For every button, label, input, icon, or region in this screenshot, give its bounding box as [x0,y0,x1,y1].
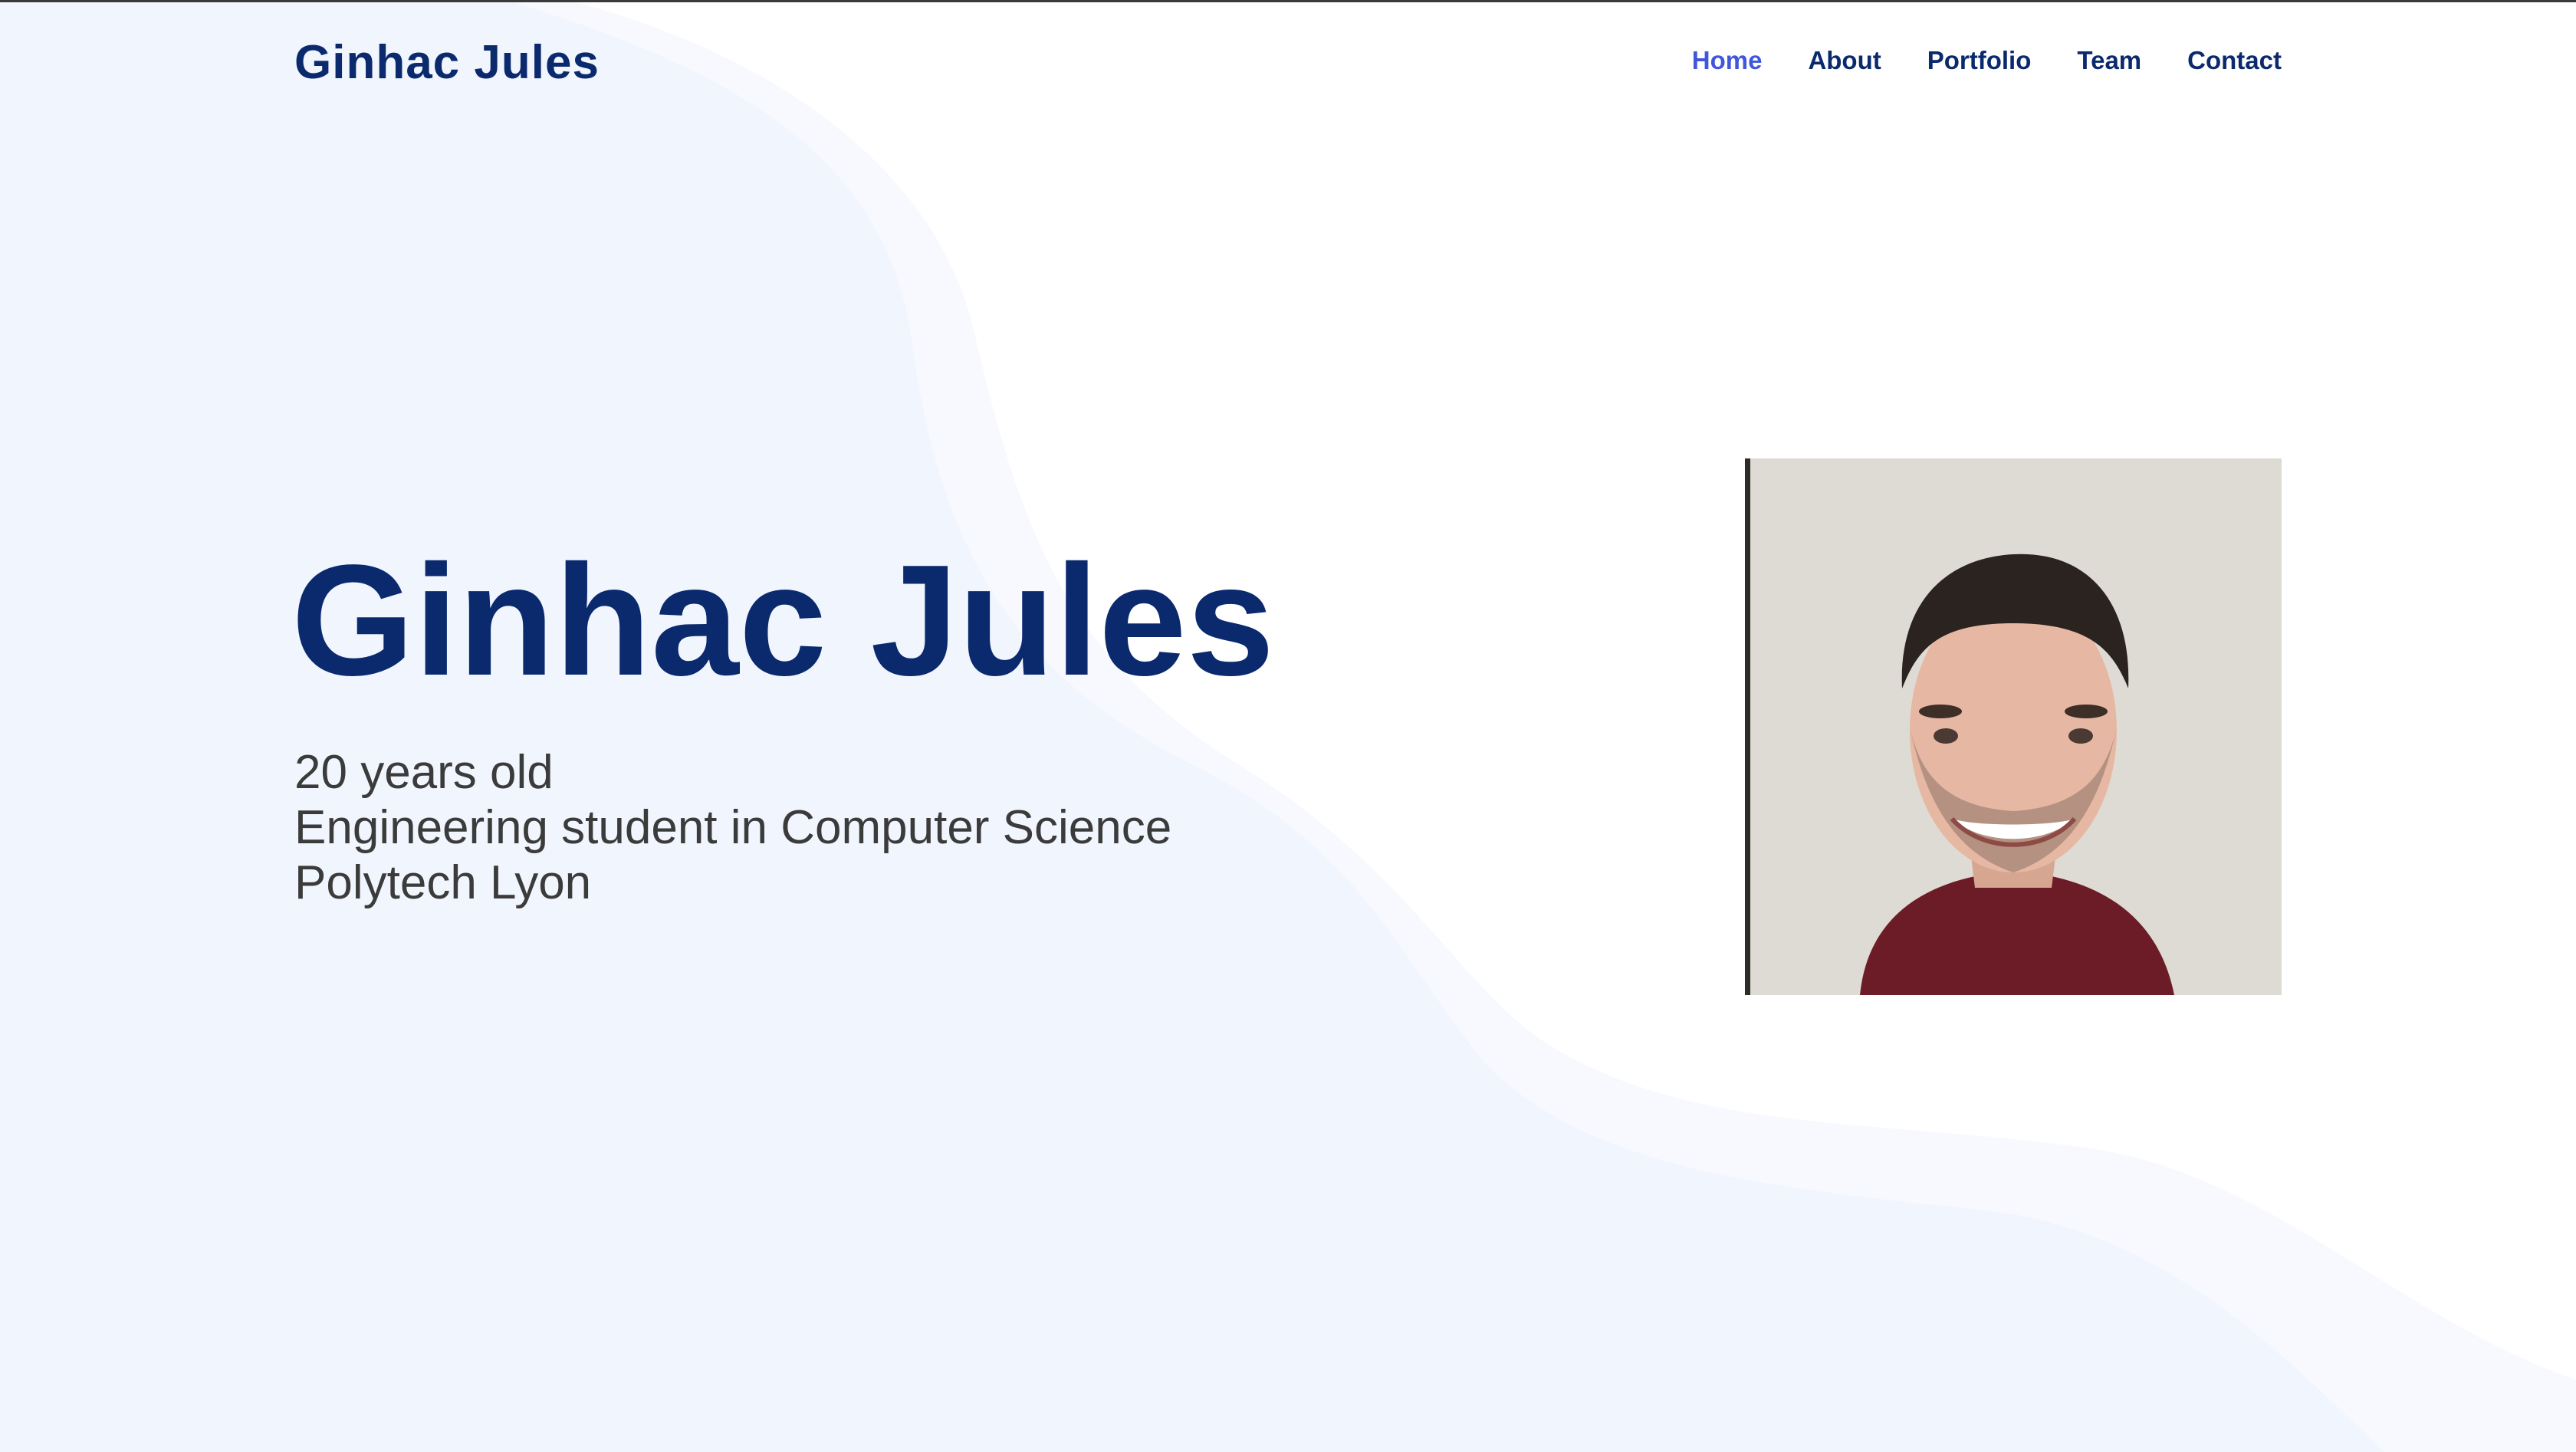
nav-link-home[interactable]: Home [1692,46,1763,75]
hero-subtitle: 20 years old Engineering student in Comp… [294,745,1171,911]
nav-link-about[interactable]: About [1808,46,1881,75]
site-header: Ginhac Jules Home About Portfolio Team C… [0,0,2576,130]
nav-link-portfolio[interactable]: Portfolio [1927,46,2032,75]
top-border [0,0,2576,2]
profile-photo [1745,458,2282,995]
nav-link-team[interactable]: Team [2077,46,2141,75]
nav-link-contact[interactable]: Contact [2187,46,2282,75]
hero-line-age: 20 years old [294,746,554,799]
portrait-illustration [1745,458,2282,995]
hero-line-role: Engineering student in Computer Science [294,801,1172,854]
hero-line-school: Polytech Lyon [294,856,592,909]
hero-section: Ginhac Jules 20 years old Engineering st… [0,0,2576,1452]
main-nav: Home About Portfolio Team Contact [1692,46,2282,75]
hero-title: Ginhac Jules [291,532,1275,708]
brand-logo-link[interactable]: Ginhac Jules [294,35,600,90]
